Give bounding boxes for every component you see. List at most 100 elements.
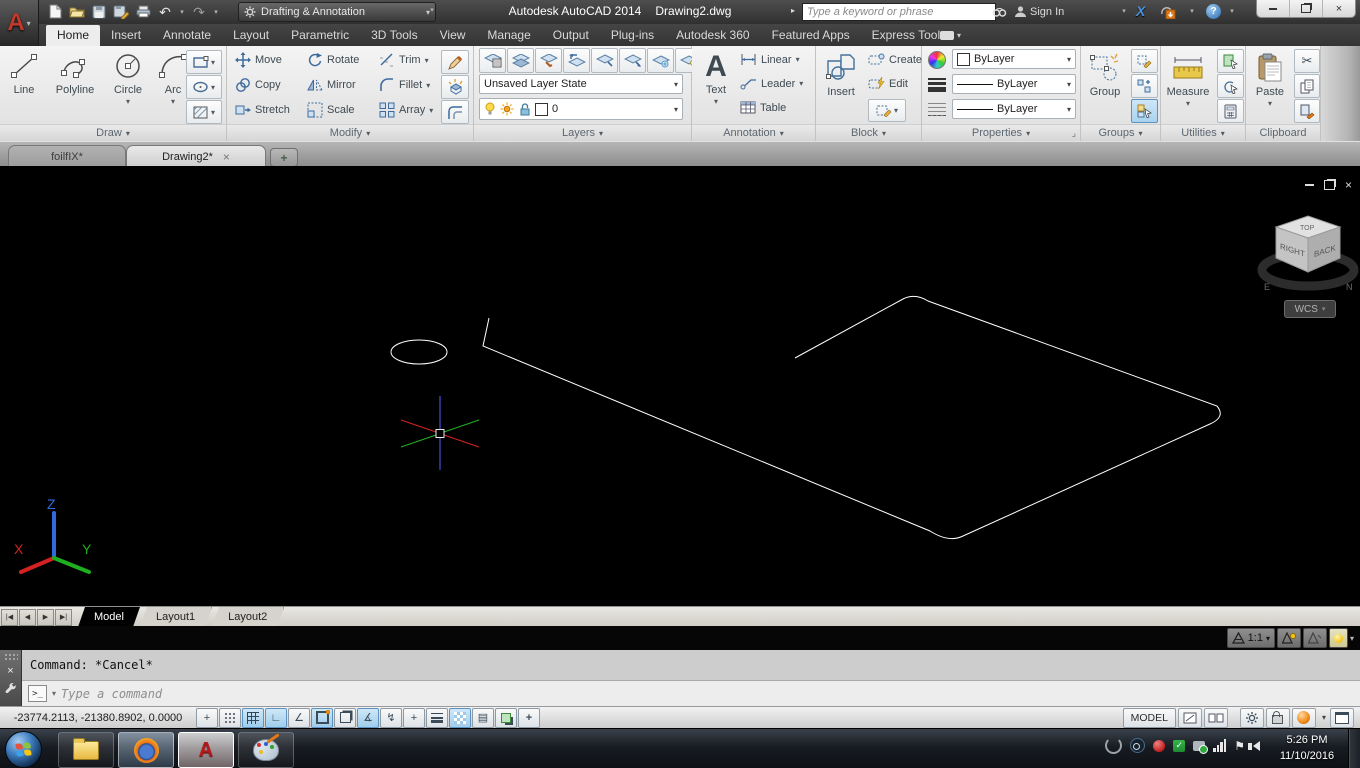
tab-layout2[interactable]: Layout2 — [212, 607, 284, 627]
restore-button[interactable] — [1290, 0, 1323, 17]
plot-button[interactable] — [134, 3, 152, 20]
file-tab-foilfix[interactable]: foilfIX* — [8, 145, 126, 167]
taskbar-autocad-button[interactable]: A — [178, 732, 234, 768]
layer-combo[interactable]: 0 ▾ — [479, 98, 683, 120]
annotation-visibility-button[interactable] — [1276, 628, 1301, 648]
linetype-combo[interactable]: ByLayer ▾ — [952, 99, 1076, 119]
viewcube[interactable]: E N TOP RIGHT BACK — [1256, 210, 1360, 296]
fillet-button[interactable]: Fillet ▾ — [379, 77, 430, 93]
qat-customize-button[interactable]: ▾ — [428, 6, 436, 14]
workspace-gear-button[interactable] — [1239, 707, 1264, 728]
tray-update-icon[interactable]: ✓ — [1173, 739, 1186, 752]
measure-button[interactable]: Measure ▾ — [1163, 50, 1213, 110]
tab-home[interactable]: Home — [46, 25, 101, 46]
erase-button[interactable] — [441, 50, 469, 74]
create-block-button[interactable]: Create — [868, 53, 922, 66]
mirror-button[interactable]: Mirror — [307, 77, 356, 93]
drawn-rounded-polyline[interactable] — [482, 295, 1221, 540]
save-button[interactable] — [90, 3, 108, 20]
id-point-button[interactable] — [1217, 74, 1244, 98]
layer-color-swatch[interactable] — [535, 102, 548, 116]
autodesk360-dropdown[interactable]: ▾ — [1188, 7, 1196, 15]
toggle-selection-cycling[interactable] — [495, 707, 517, 728]
trim-caret-icon[interactable]: ▾ — [425, 56, 429, 65]
tab-output[interactable]: Output — [542, 25, 600, 46]
linetype-icon[interactable] — [928, 103, 946, 116]
toolbar-lock-button[interactable] — [1265, 707, 1290, 728]
layer-match-properties-button[interactable] — [535, 48, 562, 73]
scale-button[interactable]: Scale — [307, 102, 355, 118]
sign-in-dropdown[interactable]: ▾ — [1120, 7, 1128, 15]
leader-button[interactable]: Leader ▾ — [740, 77, 803, 90]
paste-caret-icon[interactable]: ▾ — [1268, 98, 1272, 110]
compass-east-label[interactable]: E — [1264, 282, 1270, 292]
autodesk360-icon[interactable] — [1158, 3, 1176, 20]
explode-button[interactable] — [441, 75, 469, 99]
layer-previous-button[interactable] — [563, 48, 590, 73]
toggle-infer-constraints[interactable]: + — [196, 707, 218, 728]
hatch-button[interactable]: ▾ — [186, 100, 222, 124]
tray-swirl-icon[interactable] — [1105, 737, 1123, 754]
redo-dropdown[interactable]: ▾ — [212, 8, 220, 16]
layer-freeze-button[interactable] — [647, 48, 674, 73]
compass-north-label[interactable]: N — [1346, 282, 1353, 292]
layout-nav-next-button[interactable]: ▶ — [37, 608, 54, 626]
quick-select-button[interactable] — [1217, 49, 1244, 73]
add-to-group-button[interactable] — [1131, 74, 1158, 98]
layout-nav-first-button[interactable]: |◀ — [1, 608, 18, 626]
layer-lock-icon[interactable] — [518, 102, 531, 116]
tray-steam-icon[interactable] — [1130, 738, 1146, 753]
array-caret-icon[interactable]: ▾ — [429, 106, 433, 115]
tray-network-icon[interactable] — [1213, 739, 1227, 752]
start-button[interactable] — [5, 731, 42, 768]
annotation-monitor-bulb-button[interactable] — [1328, 628, 1348, 648]
trim-button[interactable]: Trim ▾ — [379, 52, 429, 68]
toggle-dynamic-input[interactable]: + — [403, 707, 425, 728]
layer-properties-button[interactable] — [479, 48, 506, 73]
tray-volume-icon[interactable] — [1248, 740, 1260, 751]
command-input-line[interactable]: >_ ▾ Type a command — [22, 681, 1360, 706]
tab-insert[interactable]: Insert — [100, 25, 152, 46]
layer-isolate-button[interactable] — [591, 48, 618, 73]
minimize-button[interactable] — [1257, 0, 1290, 17]
lineweight-combo[interactable]: ByLayer ▾ — [952, 74, 1076, 94]
layout-nav-prev-button[interactable]: ◀ — [19, 608, 36, 626]
save-as-button[interactable] — [112, 3, 130, 20]
tab-annotate[interactable]: Annotate — [152, 25, 222, 46]
panel-title-block[interactable]: Block ▾ — [816, 124, 921, 141]
toggle-lineweight-display[interactable] — [426, 707, 448, 728]
toggle-object-snap[interactable] — [311, 707, 333, 728]
tab-plugins[interactable]: Plug-ins — [600, 25, 665, 46]
command-prompt-icon[interactable]: >_ — [28, 685, 47, 702]
tray-usb-icon[interactable] — [1193, 740, 1209, 754]
copy-clip-button[interactable] — [1294, 74, 1320, 98]
edit-block-button[interactable]: Edit — [868, 77, 908, 90]
search-input[interactable] — [802, 3, 996, 21]
paste-button[interactable]: Paste ▾ — [1250, 50, 1290, 110]
tray-antivirus-icon[interactable] — [1153, 739, 1166, 752]
copy-button[interactable]: Copy — [235, 77, 281, 93]
sign-in-button[interactable]: Sign In — [1030, 6, 1064, 18]
open-file-button[interactable] — [68, 3, 86, 20]
ribbon-minimize-button[interactable]: ▾ — [940, 29, 966, 41]
help-icon[interactable]: ? — [1206, 4, 1221, 19]
group-button[interactable]: Group — [1083, 50, 1127, 98]
file-tab-close-icon[interactable]: × — [223, 150, 230, 164]
doc-minimize-button[interactable] — [1304, 184, 1314, 186]
model-space-button[interactable]: MODEL — [1122, 707, 1176, 728]
wcs-menu[interactable]: WCS ▾ — [1284, 300, 1336, 318]
match-properties-button[interactable] — [1294, 99, 1320, 123]
circle-caret-icon[interactable]: ▾ — [126, 96, 130, 108]
toggle-annotation-monitor[interactable]: + — [518, 707, 540, 728]
stretch-button[interactable]: Stretch — [235, 102, 290, 118]
toggle-object-snap-tracking[interactable]: ∡ — [357, 707, 379, 728]
measure-caret-icon[interactable]: ▾ — [1186, 98, 1190, 110]
tab-manage[interactable]: Manage — [476, 25, 541, 46]
lineweight-icon[interactable] — [928, 78, 946, 92]
redo-button[interactable]: ↷ — [190, 3, 208, 20]
panel-title-clipboard[interactable]: Clipboard — [1246, 124, 1320, 141]
array-button[interactable]: Array ▾ — [379, 102, 433, 118]
panel-title-properties[interactable]: Properties ▾ ⌟ — [922, 124, 1080, 141]
line-button[interactable]: Line — [2, 48, 46, 96]
circle-button[interactable]: Circle ▾ — [104, 48, 152, 108]
